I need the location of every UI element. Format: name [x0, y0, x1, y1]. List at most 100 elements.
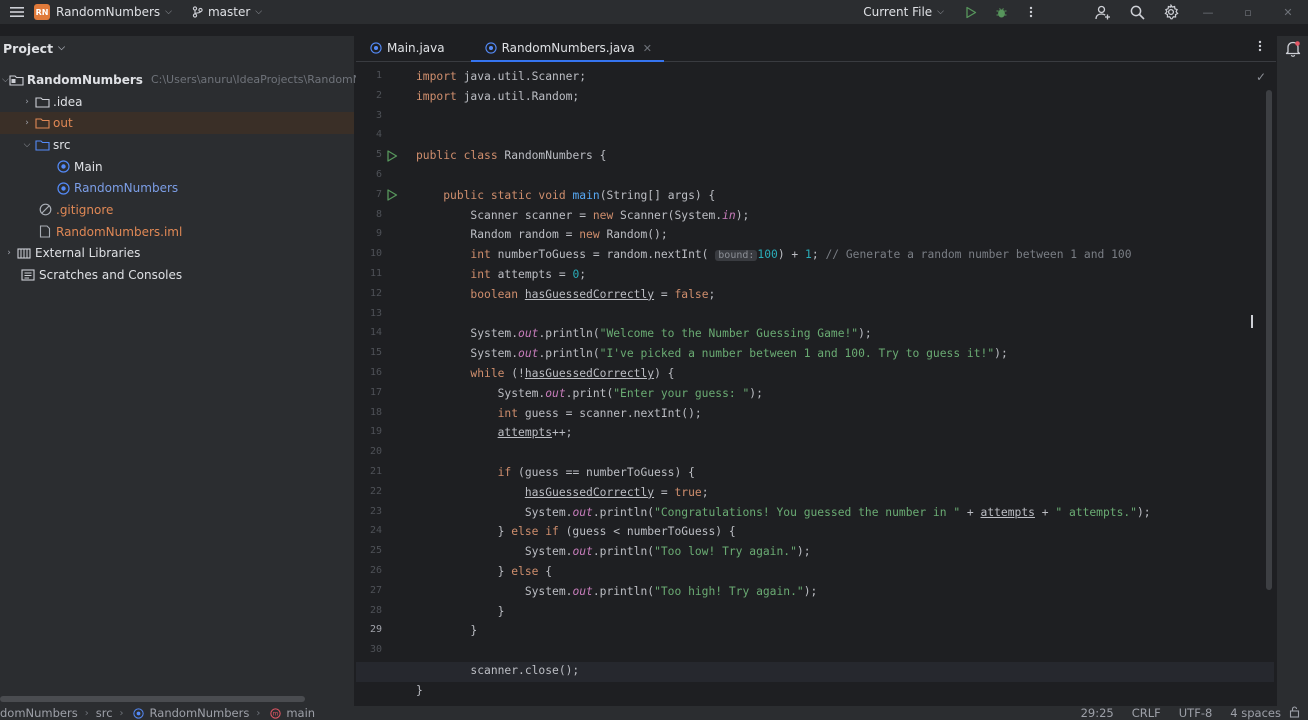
add-user-icon[interactable] [1086, 0, 1120, 24]
notifications-bell-icon[interactable] [1285, 40, 1301, 60]
tree-item-label: RandomNumbers.iml [56, 224, 183, 239]
line-number[interactable]: 29 [356, 624, 382, 635]
more-icon[interactable] [1016, 0, 1046, 24]
line-number[interactable]: 5 [356, 149, 382, 160]
line-number[interactable]: 14 [356, 327, 382, 338]
line-number[interactable]: 25 [356, 545, 382, 556]
expand-arrow-icon[interactable]: › [20, 118, 34, 128]
project-tree: ⌵ RandomNumbers C:\Users\anuru\IdeaProje… [0, 69, 361, 286]
excluded-folder-icon [34, 116, 50, 130]
tree-item-external-libraries[interactable]: › External Libraries [0, 243, 354, 265]
line-number[interactable]: 16 [356, 367, 382, 378]
root-project-name: RandomNumbers [26, 72, 143, 87]
minimize-button[interactable]: — [1188, 0, 1228, 24]
search-icon[interactable] [1120, 0, 1154, 24]
collapse-arrow-icon[interactable]: ⌵ [20, 140, 34, 150]
line-number[interactable]: 26 [356, 565, 382, 576]
editor-gutter[interactable]: 1 2 3 4 5 6 7 8 9 10 11 12 13 14 15 16 17 18 19 20 21 22 23 24 2… [356, 67, 404, 707]
code-editor[interactable]: import java.util.Scanner; import java.ut… [416, 67, 1276, 707]
run-icon[interactable] [956, 0, 986, 24]
line-number[interactable]: 28 [356, 605, 382, 616]
tree-item-out[interactable]: › out [0, 112, 354, 135]
expand-arrow-icon[interactable]: › [2, 248, 16, 258]
line-number[interactable]: 19 [356, 426, 382, 437]
branch-icon [192, 6, 203, 18]
line-number[interactable]: 18 [356, 407, 382, 418]
tree-item-randomnumbers[interactable]: RandomNumbers [0, 177, 354, 199]
line-number[interactable]: 8 [356, 209, 382, 220]
tree-item-main[interactable]: Main [0, 156, 354, 178]
line-number[interactable]: 4 [356, 129, 382, 140]
settings-icon[interactable] [1154, 0, 1188, 24]
lock-icon[interactable] [1289, 706, 1300, 720]
line-number[interactable]: 13 [356, 308, 382, 319]
line-number[interactable]: 9 [356, 228, 382, 239]
project-switcher[interactable]: RN RandomNumbers ⌵ [34, 4, 172, 20]
branch-switcher[interactable]: master ⌵ [192, 5, 262, 19]
project-panel: Project ⌵ ⌵ RandomNumbers C:\Users\anuru… [0, 36, 361, 706]
line-number[interactable]: 22 [356, 486, 382, 497]
line-number[interactable]: 30 [356, 644, 382, 655]
line-number[interactable]: 6 [356, 169, 382, 180]
menu-icon[interactable] [0, 0, 34, 24]
cursor-position[interactable]: 29:25 [1081, 706, 1114, 720]
line-number[interactable]: 7 [356, 189, 382, 200]
close-window-button[interactable]: ✕ [1268, 0, 1308, 24]
maximize-button[interactable]: ▫ [1228, 0, 1268, 24]
no-problems-check-icon[interactable]: ✓ [1256, 70, 1266, 84]
title-bar: RN RandomNumbers ⌵ master ⌵ Current File… [0, 0, 1308, 24]
tab-randomnumbers-java[interactable]: RandomNumbers.java ✕ [470, 35, 665, 62]
run-gutter-icon[interactable] [386, 150, 398, 162]
tree-item-src[interactable]: ⌵ src [0, 134, 354, 156]
iml-file-icon [37, 225, 53, 239]
java-class-icon [55, 160, 71, 174]
horizontal-scrollbar[interactable] [0, 696, 305, 702]
line-number[interactable]: 2 [356, 90, 382, 101]
tree-item-gitignore[interactable]: .gitignore [0, 199, 354, 221]
line-number[interactable]: 21 [356, 466, 382, 477]
library-icon [16, 246, 32, 260]
tree-item-label: src [53, 137, 71, 152]
chevron-down-icon: ⌵ [255, 7, 263, 17]
tree-item-iml[interactable]: RandomNumbers.iml [0, 221, 354, 243]
breadcrumb-item-method[interactable]: main [286, 706, 315, 720]
line-number[interactable]: 3 [356, 110, 382, 121]
line-number[interactable]: 17 [356, 387, 382, 398]
line-number[interactable]: 11 [356, 268, 382, 279]
line-number[interactable]: 1 [356, 70, 382, 81]
breadcrumb-item-class[interactable]: RandomNumbers [150, 706, 250, 720]
tree-item-idea[interactable]: › .idea [0, 91, 354, 113]
breadcrumb-item-src[interactable]: src [96, 706, 113, 720]
tree-item-label: Scratches and Consoles [39, 268, 183, 283]
tabs-more-icon[interactable] [1258, 40, 1262, 55]
line-number[interactable]: 15 [356, 347, 382, 358]
line-separator[interactable]: CRLF [1132, 706, 1161, 720]
line-number[interactable]: 20 [356, 446, 382, 457]
file-encoding[interactable]: UTF-8 [1179, 706, 1213, 720]
run-config-selector[interactable]: Current File ⌵ [863, 5, 944, 19]
vertical-scrollbar[interactable] [1266, 90, 1272, 590]
close-tab-icon[interactable]: ✕ [643, 42, 652, 55]
tree-item-label: .idea [53, 94, 83, 109]
indent-setting[interactable]: 4 spaces [1230, 706, 1281, 720]
java-class-icon [368, 41, 384, 55]
expand-arrow-icon[interactable]: › [20, 97, 34, 107]
project-panel-header[interactable]: Project ⌵ [0, 36, 354, 60]
line-number[interactable]: 10 [356, 248, 382, 259]
line-number[interactable]: 24 [356, 525, 382, 536]
status-bar: domNumbers › src › RandomNumbers › m mai… [0, 706, 1308, 720]
line-number[interactable]: 27 [356, 585, 382, 596]
project-name: RandomNumbers [56, 5, 161, 19]
project-panel-title: Project [3, 40, 54, 56]
collapse-arrow-icon[interactable]: ⌵ [2, 75, 9, 85]
tab-main-java[interactable]: Main.java [356, 35, 457, 61]
debug-icon[interactable] [986, 0, 1016, 24]
line-number[interactable]: 23 [356, 506, 382, 517]
tree-item-scratches[interactable]: Scratches and Consoles [0, 264, 354, 286]
breadcrumb-item-project[interactable]: domNumbers [0, 706, 78, 720]
tree-item-root[interactable]: ⌵ RandomNumbers C:\Users\anuru\IdeaProje… [0, 69, 361, 91]
java-class-icon [55, 181, 71, 195]
breadcrumb: domNumbers › src › RandomNumbers › m mai… [0, 706, 315, 720]
run-gutter-icon[interactable] [386, 189, 398, 201]
line-number[interactable]: 12 [356, 288, 382, 299]
